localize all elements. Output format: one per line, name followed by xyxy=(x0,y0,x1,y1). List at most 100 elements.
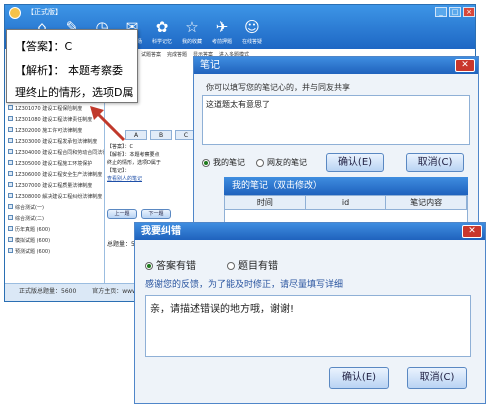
next-question-button[interactable]: 下一题 xyxy=(141,209,171,219)
tree-item[interactable]: 1Z304000 建设工程合同和劳动合同法律制度 xyxy=(5,148,104,159)
radio-answer-label: 答案有错 xyxy=(156,261,196,272)
radio-question-label: 题目有错 xyxy=(238,261,278,272)
note-prompt: 你可以填写您的笔记心的，并与同友共享 xyxy=(206,83,350,92)
predict-icon: ✈ xyxy=(215,18,229,36)
toolbar-memory-button[interactable]: ✿ 科学记忆 xyxy=(149,17,175,45)
folder-icon xyxy=(8,215,13,220)
option-b[interactable]: B xyxy=(150,130,172,140)
tree-item-label: 1Z304000 建设工程合同和劳动合同法律制度 xyxy=(15,150,104,156)
tree-item[interactable]: 1Z306000 建设工程安全生产法律制度 xyxy=(5,170,104,181)
error-report-dialog: 我要纠错 ✕ 答案有错 题目有错 感谢您的反馈，为了能及时修正，请尽量填写详细 … xyxy=(134,222,486,404)
note-cancel-button[interactable]: 取消(C) xyxy=(406,153,464,172)
main-line: 终止的情形，选项D属于 xyxy=(107,160,161,166)
main-line[interactable]: 查看别人的笔记 xyxy=(107,175,187,183)
tree-item-label: 模拟试题 (600) xyxy=(15,238,51,244)
tree-item-label: 1Z302000 施工许可法律制度 xyxy=(15,128,83,134)
status-text: 正式版总题量：5600 xyxy=(19,288,77,295)
tree-item-label: 预测试题 (600) xyxy=(15,249,51,255)
callout-analysis-text: 本题考察委 xyxy=(68,64,123,77)
tree-item-label: 1Z305000 建设工程施工环境保护 xyxy=(15,161,93,167)
tree-item[interactable]: 历年真题 (600) xyxy=(5,225,104,236)
toolbar-qa-button[interactable]: ☺ 在线答疑 xyxy=(239,17,265,45)
callout-line3: 理终止的情形，选项D属 xyxy=(15,86,134,99)
tree-item-label: 1Z301070 建设工程保险制度 xyxy=(15,106,83,112)
tree-item-label: 综合测试(二) xyxy=(15,216,44,222)
tree-item-label: 1Z303000 建设工程发承包法律制度 xyxy=(15,139,98,145)
main-line: 【解析】：本题考察要点 xyxy=(107,152,160,158)
folder-icon xyxy=(8,149,13,154)
error-textarea[interactable]: 亲，请描述错误的地方哦，谢谢! xyxy=(145,295,471,357)
favorite-icon: ☆ xyxy=(185,18,199,36)
main-line: 【笔记】： xyxy=(107,168,130,174)
note-textarea[interactable]: 这道题太有意思了 xyxy=(202,95,470,145)
qa-icon: ☺ xyxy=(244,18,260,36)
radio-off-icon xyxy=(256,158,264,167)
callout-analysis: 【解析】： 本题考察委 xyxy=(15,62,123,78)
radio-question-error[interactable]: 题目有错 xyxy=(227,257,278,272)
folder-icon xyxy=(8,237,13,242)
tab-1[interactable]: 完成答题 xyxy=(167,52,187,58)
note-confirm-button[interactable]: 确认(E) xyxy=(326,153,384,172)
tree-item[interactable]: 预测试题 (600) xyxy=(5,247,104,258)
folder-icon xyxy=(8,127,13,132)
toolbar-label: 我的收藏 xyxy=(181,39,202,45)
tree-item[interactable]: 1Z308000 解决建设工程纠纷法律制度 xyxy=(5,192,104,203)
toolbar-predict-button[interactable]: ✈ 考前押题 xyxy=(209,17,235,45)
close-icon[interactable]: × xyxy=(463,7,475,17)
tree-item[interactable]: 1Z307000 建设工程质量法律制度 xyxy=(5,181,104,192)
toolbar-favorite-button[interactable]: ☆ 我的收藏 xyxy=(179,17,205,45)
toolbar-label: 科学记忆 xyxy=(151,39,172,45)
radio-my-notes[interactable]: 我的笔记 xyxy=(202,157,245,168)
error-dialog-title: 我要纠错 xyxy=(135,223,485,240)
notes-list-header: 我的笔记（双击修改） xyxy=(224,177,468,195)
tree-item[interactable]: 1Z305000 建设工程施工环境保护 xyxy=(5,159,104,170)
callout-answer: 【答案】：C xyxy=(15,40,73,53)
tree-item-label: 1Z308000 解决建设工程纠纷法律制度 xyxy=(15,194,103,200)
radio-friends-label: 网友的笔记 xyxy=(267,158,307,167)
pointer-arrow-icon xyxy=(90,106,126,142)
app-logo-icon xyxy=(9,7,21,19)
tree-item-label: 1Z306000 建设工程安全生产法律制度 xyxy=(15,172,103,178)
option-a[interactable]: A xyxy=(125,130,147,140)
minimize-icon[interactable]: _ xyxy=(435,7,447,17)
toolbar-label: 考前押题 xyxy=(211,39,232,45)
note-dialog-title: 笔记 xyxy=(194,57,478,74)
folder-icon xyxy=(8,105,13,110)
notes-column-2: 笔记内容 xyxy=(386,196,468,209)
tree-item-label: 综合测试(一) xyxy=(15,205,44,211)
radio-my-notes-label: 我的笔记 xyxy=(213,158,245,167)
tab-0[interactable]: 试题答案 xyxy=(141,52,161,58)
folder-icon xyxy=(8,116,13,121)
tree-item[interactable]: 综合测试(一) xyxy=(5,203,104,214)
tree-item-label: 历年真题 (600) xyxy=(15,227,51,233)
tree-item-label: 1Z307000 建设工程质量法律制度 xyxy=(15,183,93,189)
note-close-icon[interactable]: ✕ xyxy=(455,59,475,72)
folder-icon xyxy=(8,193,13,198)
radio-on-icon xyxy=(145,262,153,270)
error-confirm-button[interactable]: 确认(E) xyxy=(329,367,389,389)
folder-icon xyxy=(8,171,13,176)
callout-analysis-label: 【解析】： xyxy=(15,64,65,77)
error-close-icon[interactable]: ✕ xyxy=(462,225,482,238)
memory-icon: ✿ xyxy=(155,18,169,36)
notes-column-1: id xyxy=(306,196,387,209)
radio-answer-error[interactable]: 答案有错 xyxy=(145,257,196,272)
notes-column-0: 时间 xyxy=(225,196,306,209)
folder-icon xyxy=(8,160,13,165)
error-cancel-button[interactable]: 取消(C) xyxy=(407,367,467,389)
folder-icon xyxy=(8,248,13,253)
folder-icon xyxy=(8,226,13,231)
radio-on-icon xyxy=(202,158,210,167)
toolbar-label: 在线答疑 xyxy=(241,39,262,45)
main-line: 【答案】：C xyxy=(107,144,133,150)
folder-icon xyxy=(8,138,13,143)
maximize-icon[interactable]: □ xyxy=(449,7,461,17)
tree-item[interactable]: 综合测试(二) xyxy=(5,214,104,225)
radio-friends-notes[interactable]: 网友的笔记 xyxy=(256,157,307,168)
folder-icon xyxy=(8,204,13,209)
error-thanks-text: 感谢您的反馈，为了能及时修正，请尽量填写详细 xyxy=(145,280,344,290)
prev-question-button[interactable]: 上一题 xyxy=(107,209,137,219)
app-title: 【正式版】 xyxy=(27,8,62,16)
radio-off-icon xyxy=(227,262,235,270)
tree-item[interactable]: 模拟试题 (600) xyxy=(5,236,104,247)
